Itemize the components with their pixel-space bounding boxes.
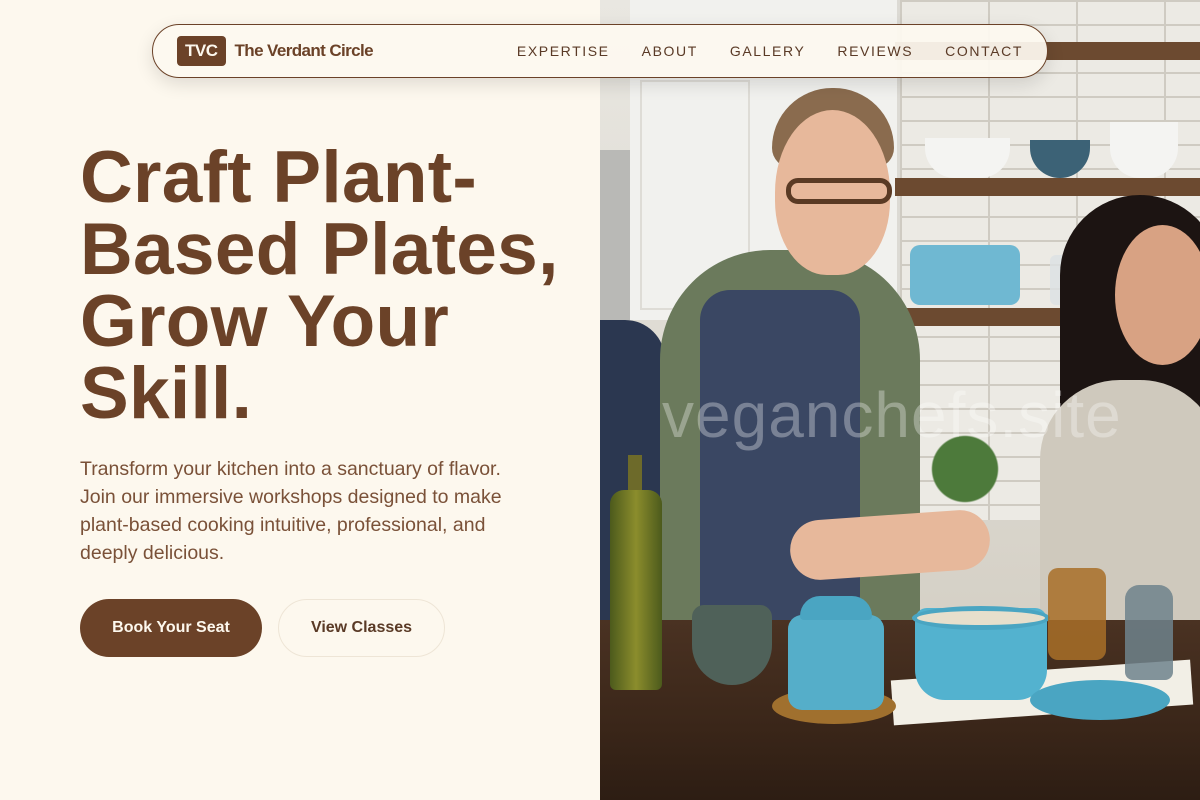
teal-jar-lid: [800, 596, 872, 620]
woman-face: [1115, 225, 1200, 365]
view-classes-button[interactable]: View Classes: [278, 599, 445, 657]
appliance: [600, 150, 630, 320]
brand-logo[interactable]: TVC The Verdant Circle: [177, 36, 374, 66]
nav-link-contact[interactable]: CONTACT: [945, 43, 1023, 59]
teal-jar: [788, 615, 884, 710]
brand-name: The Verdant Circle: [234, 41, 374, 60]
chef-arm: [788, 508, 992, 582]
hero-subtitle: Transform your kitchen into a sanctuary …: [80, 458, 502, 564]
mortar: [692, 605, 772, 685]
teal-pot-lid: [1030, 680, 1170, 720]
nav-links: EXPERTISE ABOUT GALLERY REVIEWS CONTACT: [517, 43, 1023, 59]
logo-badge: TVC: [177, 36, 226, 66]
shelf-pot: [910, 245, 1020, 305]
nav-link-reviews[interactable]: REVIEWS: [837, 43, 913, 59]
nav-link-expertise[interactable]: EXPERTISE: [517, 43, 610, 59]
hero-photo: veganchefs.site: [600, 0, 1200, 800]
hero-title: Craft Plant-Based Plates, Grow Your Skil…: [80, 137, 559, 434]
bowl: [925, 138, 1010, 178]
glasses: [786, 178, 892, 204]
bowl: [1110, 122, 1178, 178]
glass-bottle: [1125, 585, 1173, 680]
teal-pot-rim: [912, 606, 1050, 630]
top-navigation: TVC The Verdant Circle EXPERTISE ABOUT G…: [152, 24, 1048, 78]
nav-link-gallery[interactable]: GALLERY: [730, 43, 806, 59]
shelf: [895, 178, 1200, 196]
chef-apron: [700, 290, 860, 630]
book-seat-button[interactable]: Book Your Seat: [80, 599, 262, 657]
honey-jar: [1048, 568, 1106, 660]
watermark: veganchefs.site: [662, 379, 1122, 451]
nav-link-about[interactable]: ABOUT: [642, 43, 698, 59]
olive-oil-bottle: [610, 490, 662, 690]
